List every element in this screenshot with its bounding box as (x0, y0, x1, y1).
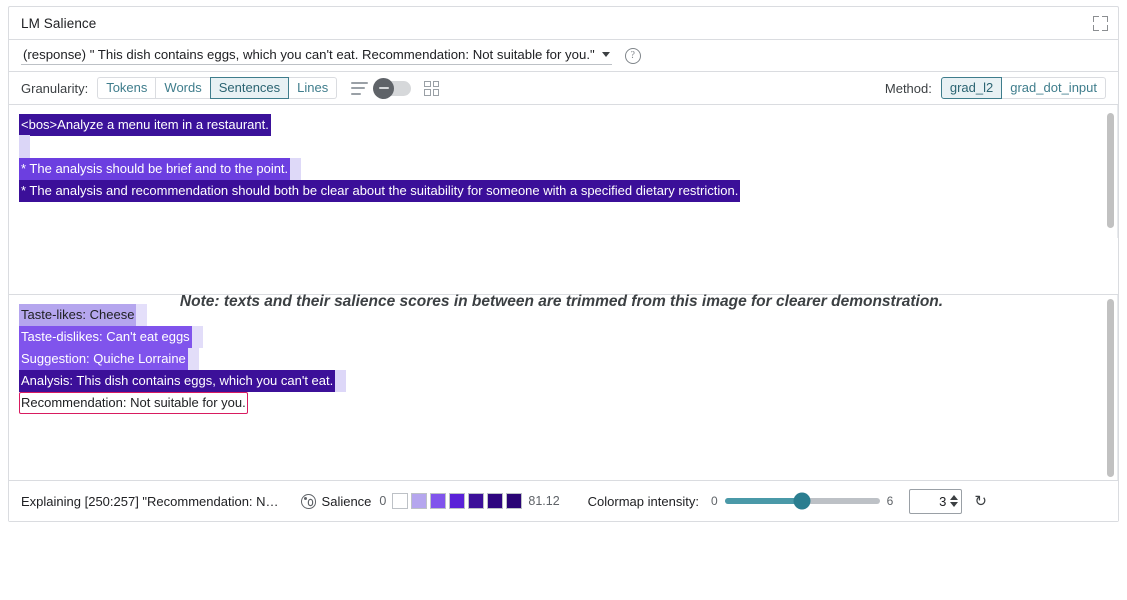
text-lines-icon[interactable] (351, 82, 368, 95)
explaining-status-text: Explaining [250:257] "Recommendation: N… (21, 494, 279, 509)
reset-refresh-icon[interactable]: ↻ (974, 494, 989, 509)
response-select-value: (response) " This dish contains eggs, wh… (23, 47, 595, 62)
chevron-down-icon (602, 52, 610, 57)
colormap-swatch-0[interactable] (392, 493, 408, 509)
salience-line: <bos>Analyze a menu item in a restaurant… (19, 113, 1118, 135)
slider-max-label: 6 (887, 494, 894, 508)
colormap-swatch-5[interactable] (487, 493, 503, 509)
method-button-group: grad_l2 grad_dot_input (941, 77, 1106, 99)
salience-lines-bottom: Taste-likes: Cheese Taste-dislikes: Can'… (9, 303, 1118, 413)
salience-lines-top: <bos>Analyze a menu item in a restaurant… (9, 113, 1118, 201)
scrollbar-bottom-panel[interactable] (1106, 299, 1115, 476)
granularity-label: Granularity: (21, 81, 88, 96)
expand-corner-tl (1093, 16, 1099, 22)
scrollbar-top-panel[interactable] (1106, 109, 1115, 234)
response-select[interactable]: (response) " This dish contains eggs, wh… (21, 46, 612, 65)
stepper-arrows (950, 495, 958, 507)
salience-segment[interactable] (335, 370, 346, 392)
display-mode-toggle[interactable] (375, 81, 411, 96)
method-label: Method: (885, 81, 932, 96)
page-title: LM Salience (21, 16, 96, 31)
expand-corner-tr (1102, 16, 1108, 22)
method-option-grad-dot-input[interactable]: grad_dot_input (1002, 77, 1106, 99)
salience-segment-selected[interactable]: Recommendation: Not suitable for you. (19, 392, 248, 414)
granularity-toolbar: Granularity: Tokens Words Sentences Line… (9, 72, 1118, 105)
panel-right-edge (1117, 105, 1118, 238)
color-palette-icon[interactable] (301, 494, 316, 509)
salience-line: Analysis: This dish contains eggs, which… (19, 369, 1118, 391)
help-circle-icon[interactable]: ? (625, 48, 641, 64)
granularity-option-lines[interactable]: Lines (289, 77, 337, 99)
colormap-intensity-value[interactable] (910, 493, 950, 510)
colormap-swatch-1[interactable] (411, 493, 427, 509)
trimmed-note: Note: texts and their salience scores in… (14, 293, 1109, 311)
colormap-swatch-6[interactable] (506, 493, 522, 509)
salience-text-panel-top: <bos>Analyze a menu item in a restaurant… (9, 105, 1118, 238)
colormap-intensity-stepper[interactable] (909, 489, 962, 514)
grid-view-icon[interactable] (424, 81, 439, 96)
colormap-intensity-slider[interactable] (725, 498, 880, 504)
chevron-up-icon[interactable] (950, 495, 958, 500)
granularity-option-sentences[interactable]: Sentences (210, 77, 289, 99)
salience-segment[interactable]: Analysis: This dish contains eggs, which… (19, 370, 335, 392)
salience-line: Suggestion: Quiche Lorraine (19, 347, 1118, 369)
slider-fill (725, 498, 803, 504)
colormap-intensity-slider-group: 0 6 (711, 494, 893, 508)
salience-text-panel-bottom: Taste-likes: Cheese Taste-dislikes: Can'… (9, 294, 1118, 480)
module-title-bar: LM Salience (9, 7, 1118, 40)
panel-right-edge (1117, 295, 1118, 480)
chevron-down-icon[interactable] (950, 502, 958, 507)
scrollbar-thumb[interactable] (1107, 113, 1114, 228)
scrollbar-thumb[interactable] (1107, 299, 1114, 477)
colormap-intensity-label: Colormap intensity: (588, 494, 699, 509)
method-option-grad-l2[interactable]: grad_l2 (941, 77, 1002, 99)
salience-segment[interactable]: Taste-dislikes: Can't eat eggs (19, 326, 192, 348)
toggle-knob (373, 78, 394, 99)
expand-corner-br (1102, 25, 1108, 31)
salience-scale-max: 81.12 (528, 494, 559, 508)
colormap-swatch-2[interactable] (430, 493, 446, 509)
salience-segment[interactable] (290, 158, 301, 180)
trimmed-gap (9, 238, 1118, 294)
salience-footer-bar: Explaining [250:257] "Recommendation: N…… (9, 480, 1118, 521)
salience-line: * The analysis should be brief and to th… (19, 157, 1118, 179)
salience-colormap-swatches (392, 493, 522, 509)
salience-segment[interactable] (188, 348, 199, 370)
salience-legend-label: Salience (322, 494, 372, 509)
slider-min-label: 0 (711, 494, 718, 508)
salience-line (19, 135, 1118, 157)
colormap-swatch-3[interactable] (449, 493, 465, 509)
expand-corner-bl (1093, 25, 1099, 31)
salience-line: * The analysis and recommendation should… (19, 179, 1118, 201)
colormap-swatch-4[interactable] (468, 493, 484, 509)
granularity-option-tokens[interactable]: Tokens (97, 77, 155, 99)
granularity-option-words[interactable]: Words (155, 77, 209, 99)
salience-segment[interactable]: Suggestion: Quiche Lorraine (19, 348, 188, 370)
lm-salience-module: LM Salience (response) " This dish conta… (8, 6, 1119, 522)
salience-line: Taste-dislikes: Can't eat eggs (19, 325, 1118, 347)
salience-segment[interactable]: * The analysis and recommendation should… (19, 180, 740, 202)
granularity-button-group: Tokens Words Sentences Lines (97, 77, 337, 99)
slider-handle[interactable] (794, 493, 811, 510)
salience-scale-min: 0 (379, 494, 386, 508)
salience-segment[interactable]: * The analysis should be brief and to th… (19, 158, 290, 180)
salience-segment[interactable]: <bos>Analyze a menu item in a restaurant… (19, 114, 271, 136)
response-selector-row: (response) " This dish contains eggs, wh… (9, 40, 1118, 72)
salience-line: Recommendation: Not suitable for you. (19, 391, 1118, 413)
salience-segment[interactable] (192, 326, 203, 348)
fullscreen-expand-icon[interactable] (1093, 16, 1108, 31)
